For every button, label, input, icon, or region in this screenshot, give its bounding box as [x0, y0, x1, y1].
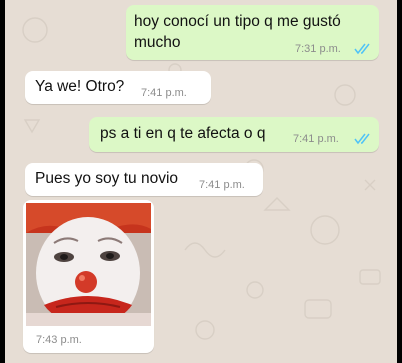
- message-timestamp: 7:41 p.m.: [293, 133, 339, 145]
- message-bubble-incoming[interactable]: Pues yo soy tu novio 7:41 p.m.: [25, 163, 263, 196]
- read-receipt-icon: [354, 133, 370, 145]
- message-timestamp: 7:41 p.m.: [141, 87, 187, 99]
- message-text-line-1: hoy conocí un tipo q me gustó: [134, 13, 341, 30]
- clown-face-image[interactable]: [26, 203, 151, 326]
- message-text: Pues yo soy tu novio: [35, 170, 179, 187]
- message-timestamp: 7:43 p.m.: [36, 334, 82, 346]
- read-receipt-icon: [354, 43, 370, 55]
- message-bubble-image[interactable]: 7:43 p.m.: [23, 200, 154, 353]
- message-text: Ya we! Otro?: [35, 78, 125, 95]
- message-timestamp: 7:41 p.m.: [199, 179, 245, 191]
- message-timestamp: 7:31 p.m.: [295, 43, 341, 55]
- chat-area: hoy conocí un tipo q me gustó mucho 7:31…: [5, 0, 397, 363]
- message-bubble-incoming[interactable]: Ya we! Otro? 7:41 p.m.: [25, 71, 211, 104]
- message-bubble-outgoing[interactable]: ps a ti en q te afecta o q 7:41 p.m.: [89, 117, 379, 152]
- message-text-line-2: mucho: [134, 34, 181, 51]
- message-text: ps a ti en q te afecta o q: [100, 125, 266, 142]
- message-bubble-outgoing[interactable]: hoy conocí un tipo q me gustó mucho 7:31…: [126, 5, 379, 60]
